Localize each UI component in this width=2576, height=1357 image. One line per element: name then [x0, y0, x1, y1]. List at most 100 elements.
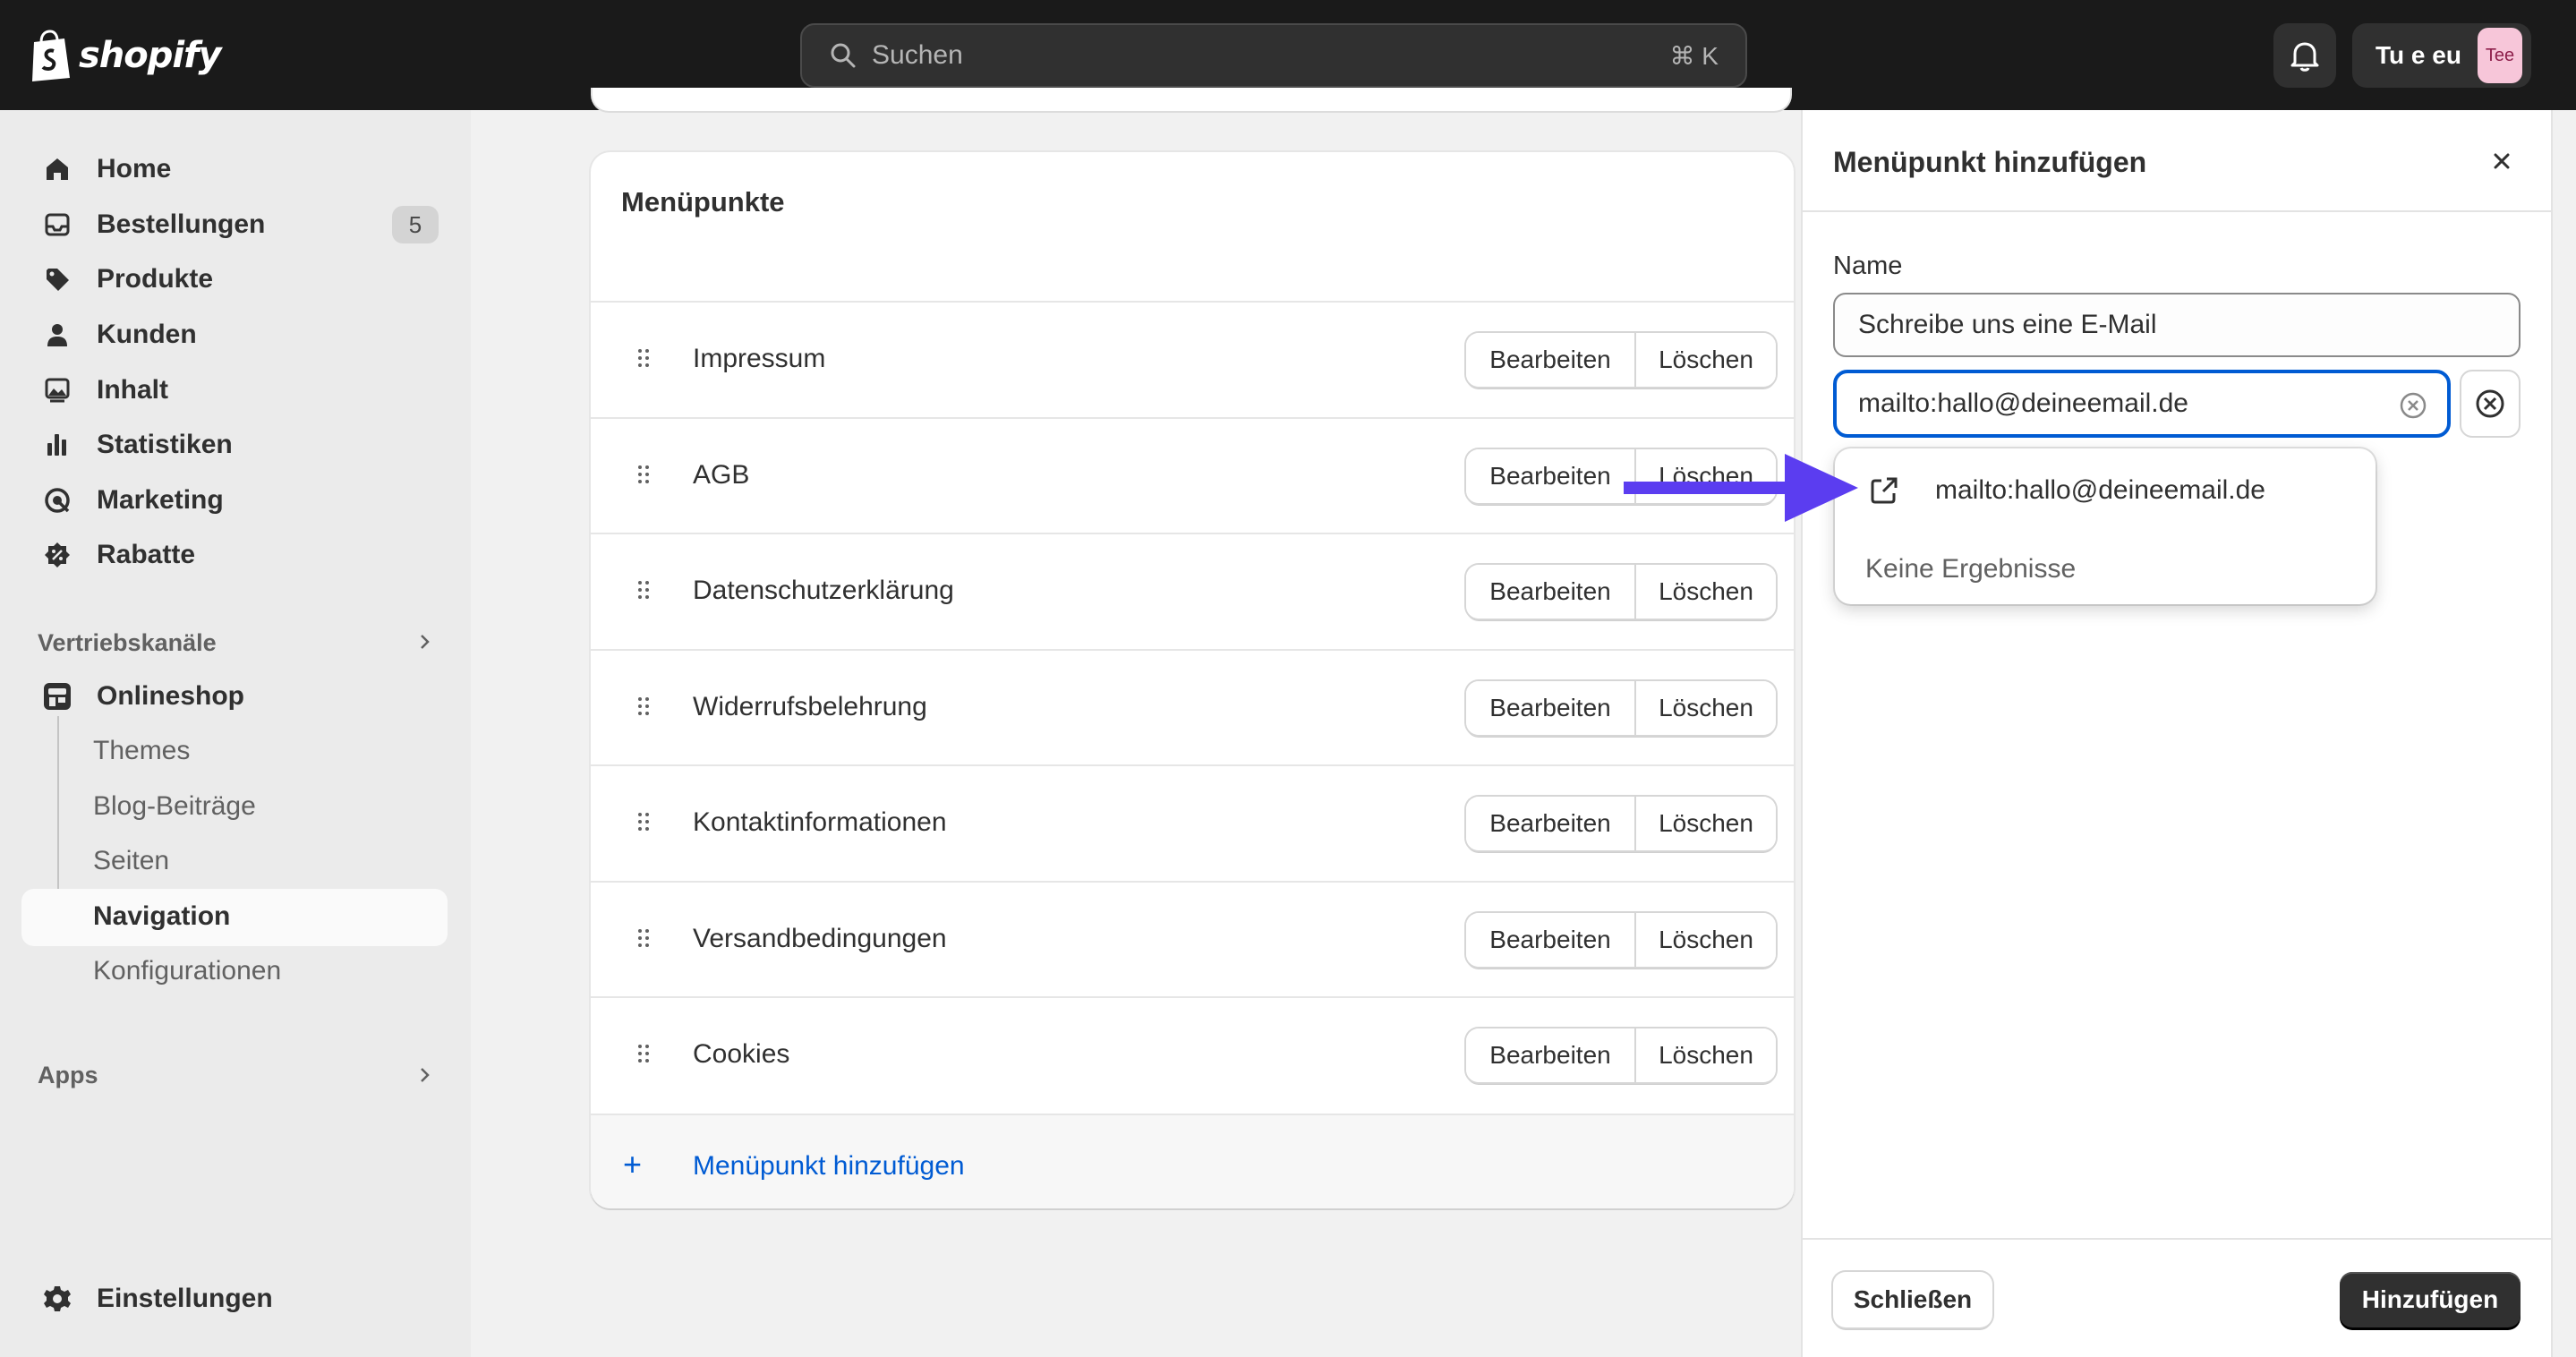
- edit-button[interactable]: Bearbeiten: [1466, 449, 1636, 503]
- sidebar-item-label: Rabatte: [97, 540, 196, 569]
- store-menu[interactable]: Tu e eu Tee: [2352, 23, 2531, 88]
- row-actions: Bearbeiten Löschen: [1466, 797, 1776, 850]
- sidebar-item-label: Produkte: [97, 264, 214, 294]
- sidebar-item-label: Home: [97, 154, 172, 183]
- sidebar-item-marketing[interactable]: Marketing: [21, 473, 448, 528]
- drag-handle-icon[interactable]: [637, 696, 650, 717]
- drag-handle-icon[interactable]: [637, 811, 650, 832]
- name-field-value: Schreibe uns eine E-Mail: [1858, 310, 2157, 339]
- table-row[interactable]: Datenschutzerklärung Bearbeiten Löschen: [591, 533, 1794, 649]
- logo-wordmark: shopify: [79, 35, 222, 76]
- add-menu-item-label: Menüpunkt hinzufügen: [693, 1151, 965, 1181]
- sidebar-item-label: Inhalt: [97, 375, 168, 405]
- menu-item-label: Impressum: [693, 344, 826, 373]
- sidebar-item-label: Kunden: [97, 320, 197, 349]
- sidebar-item-label: Onlineshop: [97, 681, 244, 711]
- sidebar-item-inhalt[interactable]: Inhalt: [21, 363, 448, 418]
- sidebar-item-label: Einstellungen: [97, 1284, 273, 1313]
- shopify-logo[interactable]: shopify: [29, 27, 222, 84]
- delete-button[interactable]: Löschen: [1636, 1028, 1776, 1082]
- close-button[interactable]: Schließen: [1833, 1272, 1992, 1327]
- sidebar-item-label: Bestellungen: [97, 209, 266, 239]
- previous-card-edge: [591, 88, 1792, 113]
- avatar: Tee: [2477, 28, 2522, 83]
- sidebar-item-label: Statistiken: [97, 430, 233, 459]
- table-row[interactable]: AGB Bearbeiten Löschen: [591, 417, 1794, 533]
- delete-button[interactable]: Löschen: [1636, 681, 1776, 735]
- sidebar-item-statistiken[interactable]: Statistiken: [21, 417, 448, 473]
- chevron-right-icon[interactable]: [414, 631, 435, 653]
- name-field[interactable]: Schreibe uns eine E-Mail: [1833, 293, 2521, 357]
- close-icon[interactable]: [2488, 148, 2515, 175]
- table-row[interactable]: Widerrufsbelehrung Bearbeiten Löschen: [591, 649, 1794, 765]
- edit-button[interactable]: Bearbeiten: [1466, 913, 1636, 967]
- sales-channels-heading[interactable]: Vertriebskanäle: [38, 629, 217, 657]
- apps-heading[interactable]: Apps: [38, 1062, 98, 1089]
- row-actions: Bearbeiten Löschen: [1466, 565, 1776, 619]
- edit-button[interactable]: Bearbeiten: [1466, 333, 1636, 387]
- delete-button[interactable]: Löschen: [1636, 333, 1776, 387]
- store-icon: [41, 680, 73, 713]
- sidebar-item-bestellungen[interactable]: Bestellungen 5: [21, 197, 448, 252]
- row-actions: Bearbeiten Löschen: [1466, 681, 1776, 735]
- circle-x-icon: [2476, 389, 2504, 418]
- menu-item-label: Versandbedingungen: [693, 924, 947, 953]
- sidebar-sub-blog[interactable]: Blog-Beiträge: [93, 791, 256, 822]
- tag-icon: [41, 263, 73, 295]
- sidebar-item-rabatte[interactable]: Rabatte: [21, 527, 448, 583]
- card-title: Menüpunkte: [621, 186, 785, 218]
- menu-item-label: Cookies: [693, 1039, 790, 1069]
- link-suggestions-popover: mailto:hallo@deineemail.de Keine Ergebni…: [1835, 448, 2376, 604]
- edit-button[interactable]: Bearbeiten: [1466, 797, 1636, 850]
- drag-handle-icon[interactable]: [637, 579, 650, 601]
- add-button[interactable]: Hinzufügen: [2340, 1272, 2521, 1327]
- add-menu-item-button[interactable]: + Menüpunkt hinzufügen: [591, 1114, 1794, 1208]
- sidebar-item-onlineshop[interactable]: Onlineshop: [21, 669, 448, 724]
- sidebar-sub-navigation-label: Navigation: [93, 901, 231, 931]
- link-field[interactable]: mailto:hallo@deineemail.de: [1833, 370, 2451, 438]
- discount-icon: [41, 539, 73, 571]
- store-name: Tu e eu: [2376, 41, 2461, 69]
- menu-item-label: Datenschutzerklärung: [693, 576, 954, 605]
- drag-handle-icon[interactable]: [637, 927, 650, 949]
- table-row[interactable]: Kontaktinformationen Bearbeiten Löschen: [591, 764, 1794, 881]
- search-icon: [831, 43, 856, 68]
- sidebar-item-einstellungen[interactable]: Einstellungen: [21, 1271, 448, 1327]
- delete-button[interactable]: Löschen: [1636, 565, 1776, 619]
- edit-button[interactable]: Bearbeiten: [1466, 1028, 1636, 1082]
- external-link-icon: [1871, 477, 1898, 504]
- menu-items-card: Menüpunkte Impressum Bearbeiten Löschen …: [591, 152, 1794, 1208]
- delete-button[interactable]: Löschen: [1636, 913, 1776, 967]
- sidebar-sub-navigation[interactable]: [21, 889, 448, 946]
- table-row[interactable]: Versandbedingungen Bearbeiten Löschen: [591, 881, 1794, 997]
- sidebar-item-produkte[interactable]: Produkte: [21, 252, 448, 307]
- sidebar-sub-seiten[interactable]: Seiten: [93, 846, 169, 876]
- image-icon: [41, 374, 73, 406]
- notifications-button[interactable]: [2273, 23, 2336, 88]
- sidebar: Home Bestellungen 5 Produkte Kunden Inha…: [0, 110, 471, 1357]
- chevron-right-icon[interactable]: [414, 1064, 435, 1086]
- drag-handle-icon[interactable]: [637, 347, 650, 369]
- remove-link-button[interactable]: [2460, 370, 2521, 438]
- suggestion-option[interactable]: mailto:hallo@deineemail.de: [1935, 475, 2265, 506]
- edit-button[interactable]: Bearbeiten: [1466, 565, 1636, 619]
- shopify-bag-icon: [32, 30, 70, 81]
- drag-handle-icon[interactable]: [637, 1043, 650, 1064]
- drag-handle-icon[interactable]: [637, 464, 650, 485]
- delete-button[interactable]: Löschen: [1636, 797, 1776, 850]
- add-menu-item-panel: Menüpunkt hinzufügen Name Schreibe uns e…: [1801, 110, 2551, 1357]
- sidebar-item-kunden[interactable]: Kunden: [21, 307, 448, 363]
- menu-item-label: Widerrufsbelehrung: [693, 692, 927, 721]
- sidebar-sub-themes[interactable]: Themes: [93, 736, 190, 766]
- sidebar-sub-konfigurationen[interactable]: Konfigurationen: [93, 956, 281, 986]
- clear-input-icon[interactable]: [2399, 391, 2427, 420]
- scrollbar-track[interactable]: [2551, 110, 2576, 1357]
- edit-button[interactable]: Bearbeiten: [1466, 681, 1636, 735]
- link-field-value: mailto:hallo@deineemail.de: [1858, 388, 2188, 418]
- person-icon: [41, 319, 73, 351]
- search-bar[interactable]: Suchen ⌘ K: [800, 23, 1747, 88]
- panel-header: Menüpunkt hinzufügen: [1803, 110, 2551, 212]
- sidebar-item-home[interactable]: Home: [21, 141, 448, 197]
- table-row[interactable]: Impressum Bearbeiten Löschen: [591, 301, 1794, 417]
- table-row[interactable]: Cookies Bearbeiten Löschen: [591, 996, 1794, 1113]
